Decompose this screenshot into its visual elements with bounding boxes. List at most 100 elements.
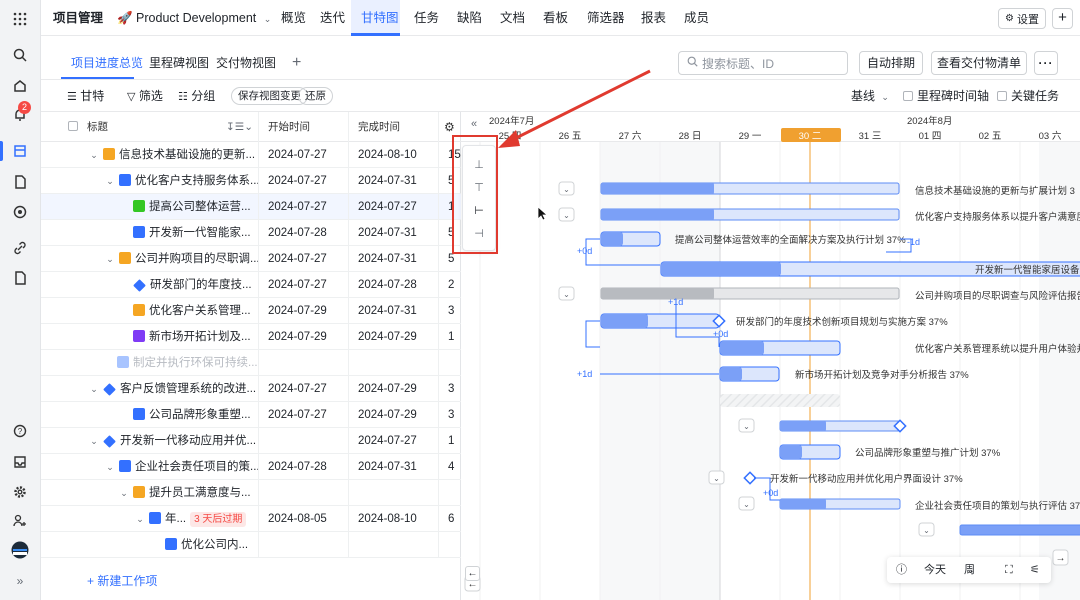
duration: 6 [438, 506, 461, 532]
critical-task-checkbox[interactable]: 关键任务 [997, 80, 1059, 112]
feature-icon [119, 174, 131, 186]
collapse-icon[interactable]: ⌄ [89, 142, 99, 168]
table-row[interactable]: ⌄ 开发新一代移动应用并优... 2024-07-27 1 [41, 428, 461, 454]
table-row[interactable]: 优化客户关系管理... 2024-07-29 2024-07-31 3 [41, 298, 461, 324]
table-row[interactable]: ⌄ 年... 3 天后过期 2024-08-05 2024-08-10 6 [41, 506, 461, 532]
start-date: 2024-07-27 [258, 272, 348, 298]
nav-overview[interactable]: 概览 [281, 0, 306, 36]
end-date [348, 532, 438, 558]
baseline-dropdown[interactable]: 基线 ⌄ [851, 80, 889, 112]
table-row[interactable]: 开发新一代智能家... 2024-07-28 2024-07-31 5 [41, 220, 461, 246]
tab-active-indicator [61, 77, 134, 79]
today-button[interactable]: 今天 [924, 557, 946, 583]
project-selector[interactable]: 🚀 Product Development ⌄ [117, 0, 271, 36]
apps-grid-icon[interactable] [9, 8, 31, 30]
tab-progress-overview[interactable]: 项目进度总览 [71, 36, 143, 80]
auto-schedule-button[interactable]: 自动排期 [859, 51, 923, 75]
gantt-bar-progress [601, 183, 714, 194]
milestone-marker[interactable] [743, 471, 757, 485]
view-deliverables-button[interactable]: 查看交付物清单 [931, 51, 1027, 75]
restore-button[interactable]: 还原 [298, 87, 333, 105]
gantt-bar-parent[interactable] [959, 524, 1080, 536]
link-icon[interactable] [9, 237, 31, 259]
group-button[interactable]: ☷ 分组 [178, 80, 215, 112]
end-date: 2024-08-10 [348, 142, 438, 168]
collapse-icon[interactable]: ⌄ [105, 246, 115, 272]
duration: 1 [438, 428, 461, 454]
nav-iteration[interactable]: 迭代 [320, 0, 345, 36]
collapse-icon[interactable]: ⌄ [135, 506, 145, 532]
add-tab-icon[interactable]: + [292, 36, 301, 80]
task-title: 公司品牌形象重塑... [149, 409, 251, 421]
table-row[interactable]: 新市场开拓计划及... 2024-07-29 2024-07-29 1 [41, 324, 461, 350]
search-icon [687, 56, 698, 70]
settings-button[interactable]: ⚙ 设置 [998, 8, 1046, 29]
collapse-icon[interactable]: ⌄ [119, 480, 129, 506]
adjust-icon[interactable]: ⚟ [1030, 557, 1040, 583]
collapse-icon[interactable]: ⌄ [89, 376, 99, 402]
table-row[interactable]: ⌄ 信息技术基础设施的更新... 2024-07-27 2024-08-10 15 [41, 142, 461, 168]
table-row[interactable]: 公司品牌形象重塑... 2024-07-27 2024-07-29 3 [41, 402, 461, 428]
gantt-bar-progress [780, 445, 802, 459]
nav-docs[interactable]: 文档 [500, 0, 525, 36]
svg-text:⌄: ⌄ [743, 422, 750, 431]
info-icon[interactable]: ⓘ [896, 557, 907, 583]
nav-filters[interactable]: 筛选器 [587, 0, 625, 36]
table-row[interactable]: ⌄ 优化客户支持服务体系... 2024-07-27 2024-07-31 5 [41, 168, 461, 194]
add-user-icon[interactable] [9, 510, 31, 532]
checkbox-icon [997, 91, 1007, 101]
collapse-icon[interactable]: ⌄ [105, 168, 115, 194]
avatar[interactable] [9, 539, 31, 561]
more-options-icon[interactable]: ··· [1034, 51, 1058, 75]
nav-tasks[interactable]: 任务 [414, 0, 439, 36]
fullscreen-icon[interactable]: ⛶ [1005, 557, 1013, 583]
project-icon[interactable] [9, 140, 31, 162]
collapse-panel-icon[interactable]: « [471, 118, 477, 130]
table-row[interactable]: 研发部门的年度技... 2024-07-27 2024-07-28 2 [41, 272, 461, 298]
tab-milestone-view[interactable]: 里程碑视图 [149, 36, 209, 80]
task-title: 优化客户支持服务体系... [135, 175, 258, 187]
nav-members[interactable]: 成员 [684, 0, 709, 36]
target-icon[interactable] [9, 201, 31, 223]
tab-deliverable-view[interactable]: 交付物视图 [216, 36, 276, 80]
nav-kanban[interactable]: 看板 [543, 0, 568, 36]
filter-button[interactable]: ▽ 筛选 [127, 80, 163, 112]
file-icon[interactable] [9, 267, 31, 289]
table-row[interactable]: ⌄ 提升员工满意度与... [41, 480, 461, 506]
sort-icon[interactable]: ↧☰⌄ [226, 112, 253, 142]
gear-icon[interactable] [9, 481, 31, 503]
start-date: 2024-07-27 [258, 142, 348, 168]
search-input[interactable]: 搜索标题、ID [678, 51, 848, 75]
table-row[interactable]: 优化公司内... [41, 532, 461, 558]
milestone-axis-checkbox[interactable]: 里程碑时间轴 [903, 80, 989, 112]
svg-text:⌄: ⌄ [923, 526, 930, 535]
expand-rail-icon[interactable]: » [9, 570, 31, 592]
help-icon[interactable]: ? [9, 420, 31, 442]
scroll-left-button[interactable]: ← [465, 566, 480, 581]
nav-defects[interactable]: 缺陷 [457, 0, 482, 36]
search-icon[interactable] [9, 44, 31, 66]
home-icon[interactable] [9, 75, 31, 97]
table-row[interactable]: ⌄ 公司并购项目的尽职调... 2024-07-27 2024-07-31 5 [41, 246, 461, 272]
inbox-icon[interactable] [9, 451, 31, 473]
gantt-toggle[interactable]: ☰ 甘特 [67, 80, 104, 112]
feature-icon [119, 460, 131, 472]
save-view-button[interactable]: 保存视图变更 [231, 87, 308, 105]
collapse-icon[interactable]: ⌄ [89, 428, 99, 454]
new-work-item-button[interactable]: + 新建工作项 [87, 572, 157, 590]
nav-gantt[interactable]: 甘特图 [361, 0, 399, 36]
collapse-icon[interactable]: ⌄ [105, 454, 115, 480]
start-date: 2024-07-27 [258, 376, 348, 402]
table-row[interactable]: ⌄ 企业社会责任项目的策... 2024-07-28 2024-07-31 4 [41, 454, 461, 480]
gantt-bar-label: 新市场开拓计划及竞争对手分析报告 37% [795, 369, 969, 381]
document-icon[interactable] [9, 171, 31, 193]
add-view-button[interactable]: + [1052, 8, 1073, 29]
day-label: 01 四 [919, 131, 942, 142]
table-row[interactable]: ⌄ 客户反馈管理系统的改进... 2024-07-27 2024-07-29 3 [41, 376, 461, 402]
table-row[interactable]: 提高公司整体运营... 2024-07-27 2024-07-27 1 [41, 194, 461, 220]
task-title: 年... [165, 513, 187, 525]
nav-reports[interactable]: 报表 [641, 0, 666, 36]
select-all-checkbox[interactable] [68, 112, 82, 142]
table-row[interactable]: 制定并执行环保可持续... [41, 350, 461, 376]
task-title: 提升员工满意度与... [149, 487, 251, 499]
